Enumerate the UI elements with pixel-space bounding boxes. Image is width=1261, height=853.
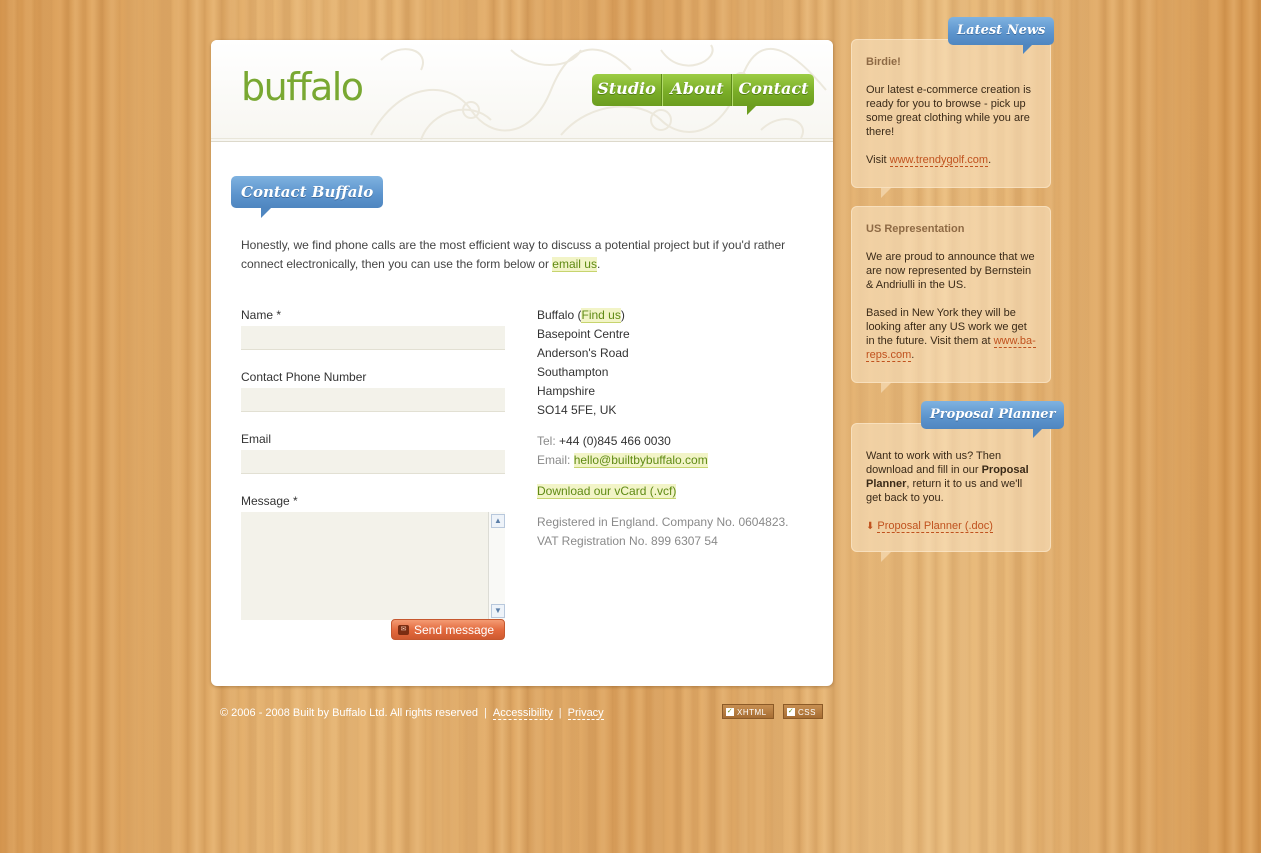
message-scrollbar[interactable]: ▲ ▼ — [488, 512, 505, 620]
email-contact-link[interactable]: hello@builtbybuffalo.com — [573, 453, 708, 468]
intro-text-before: Honestly, we find phone calls are the mo… — [241, 238, 786, 271]
main-nav: Studio About Contact — [592, 74, 814, 115]
planner-text: Want to work with us? Then download and … — [866, 449, 1036, 505]
logo[interactable]: buffalo — [241, 68, 364, 106]
scroll-down-icon[interactable]: ▼ — [491, 604, 505, 618]
nav-contact[interactable]: Contact — [732, 74, 814, 115]
news-title: Birdie! — [866, 56, 901, 68]
news-body: We are proud to announce that we are now… — [866, 251, 1035, 291]
nav-studio[interactable]: Studio — [592, 74, 662, 106]
vcard-line: Download our vCard (.vcf) — [537, 482, 807, 501]
email-line: Email: hello@builtbybuffalo.com — [537, 451, 807, 470]
phone-input[interactable] — [241, 388, 505, 412]
intro-text-after: . — [596, 257, 601, 271]
news-body-2-suffix: . — [911, 349, 915, 361]
footer-separator: | — [484, 707, 487, 719]
send-message-button[interactable]: ✉ Send message — [391, 619, 505, 640]
contact-form: Name * Contact Phone Number Email Messag… — [241, 308, 511, 640]
email-label: Email — [241, 432, 272, 446]
css-badge[interactable]: ✓ CSS — [783, 704, 823, 719]
send-message-label: Send message — [414, 623, 495, 637]
news-card-us-representation: US Representation We are proud to announ… — [851, 206, 1051, 393]
company-line: Buffalo (Find us) — [537, 306, 807, 325]
email-us-link[interactable]: email us — [552, 257, 597, 272]
registration-line-1: Registered in England. Company No. 06048… — [537, 515, 789, 529]
company-name-before: Buffalo ( — [537, 308, 582, 322]
news-body-2: Based in New York they will be looking a… — [866, 306, 1036, 362]
header: buffalo Studio About Contact — [211, 40, 833, 142]
news-visit-prefix: Visit — [866, 154, 890, 166]
proposal-planner-link[interactable]: Proposal Planner (.doc) — [877, 520, 993, 533]
check-icon: ✓ — [726, 708, 734, 716]
email-contact-label: Email: — [537, 453, 571, 467]
scroll-up-icon[interactable]: ▲ — [491, 514, 505, 528]
css-badge-label: CSS — [798, 708, 816, 717]
address-line-3: Southampton — [537, 365, 609, 379]
news-title: US Representation — [866, 223, 965, 235]
find-us-link[interactable]: Find us — [581, 308, 621, 323]
address-line-1: Basepoint Centre — [537, 327, 630, 341]
footer-separator: | — [558, 707, 562, 719]
check-icon: ✓ — [787, 708, 795, 716]
email-input[interactable] — [241, 450, 505, 474]
address-line-5: SO14 5FE, UK — [537, 403, 617, 417]
privacy-link[interactable]: Privacy — [567, 707, 604, 720]
message-textarea[interactable]: ▲ ▼ — [241, 512, 505, 620]
footer: © 2006 - 2008 Built by Buffalo Ltd. All … — [220, 706, 604, 720]
intro-text: Honestly, we find phone calls are the mo… — [241, 236, 811, 274]
xhtml-badge[interactable]: ✓ XHTML — [722, 704, 774, 719]
xhtml-badge-label: XHTML — [737, 708, 767, 717]
accessibility-link[interactable]: Accessibility — [492, 707, 553, 720]
trendygolf-link[interactable]: www.trendygolf.com — [889, 154, 989, 167]
copyright-text: © 2006 - 2008 Built by Buffalo Ltd. All … — [220, 707, 478, 719]
news-visit-suffix: . — [988, 154, 992, 166]
address-line-2: Anderson's Road — [537, 346, 629, 360]
news-card-birdie: Birdie! Our latest e-commerce creation i… — [851, 39, 1051, 198]
news-body: Our latest e-commerce creation is ready … — [866, 84, 1032, 138]
message-label: Message * — [241, 494, 298, 508]
news-visit: Visit www.trendygolf.com. — [866, 153, 1036, 167]
page-title-wrap: Contact Buffalo — [231, 176, 384, 218]
latest-news-tag: Latest News — [948, 17, 1055, 54]
vcard-link[interactable]: Download our vCard (.vcf) — [537, 484, 677, 499]
download-icon: ⬇ — [866, 521, 875, 532]
proposal-planner-tag: Proposal Planner — [921, 401, 1065, 438]
tel-value: +44 (0)845 466 0030 — [559, 434, 671, 448]
address-block: Buffalo (Find us) Basepoint Centre Ander… — [537, 306, 807, 551]
page-title: Contact Buffalo — [231, 176, 384, 218]
registration-line-2: VAT Registration No. 899 6307 54 — [537, 534, 718, 548]
company-name-after: ) — [620, 308, 625, 322]
address-line-4: Hampshire — [537, 384, 596, 398]
phone-label: Contact Phone Number — [241, 370, 367, 384]
name-input[interactable] — [241, 326, 505, 350]
name-label: Name * — [241, 308, 282, 322]
tel-label: Tel: — [537, 434, 556, 448]
nav-about[interactable]: About — [662, 74, 732, 106]
proposal-planner-card: Want to work with us? Then download and … — [851, 423, 1051, 562]
tel-line: Tel: +44 (0)845 466 0030 — [537, 432, 807, 451]
mail-icon: ✉ — [398, 625, 409, 635]
planner-download: ⬇ Proposal Planner (.doc) — [866, 519, 1036, 534]
main-panel: buffalo Studio About Contact Contact Buf… — [211, 40, 833, 686]
